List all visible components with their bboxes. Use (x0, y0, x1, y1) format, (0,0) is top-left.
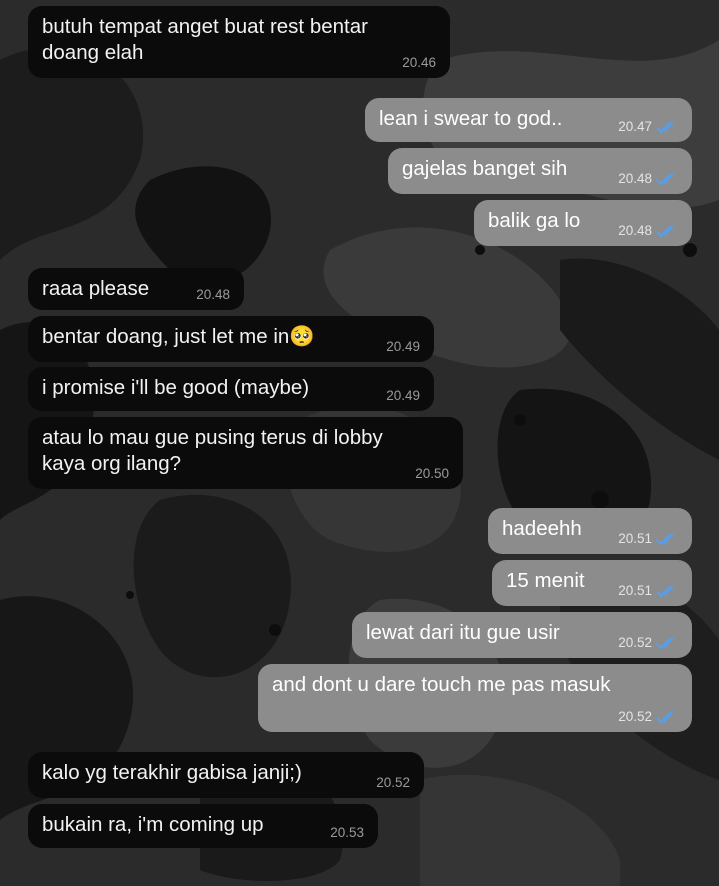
message-text: bentar doang, just let me in🥺 (42, 325, 315, 348)
message-bubble-incoming[interactable]: bukain ra, i'm coming up 20.53 (28, 804, 378, 848)
message-text: atau lo mau gue pusing terus di lobby ka… (42, 426, 383, 475)
message-time: 20.51 (618, 583, 652, 598)
message-time: 20.53 (330, 825, 364, 840)
message-time: 20.49 (386, 339, 420, 354)
pleading-face-emoji: 🥺 (289, 325, 315, 348)
double-check-icon (656, 637, 674, 650)
message-bubble-outgoing[interactable]: balik ga lo 20.48 (474, 200, 692, 246)
message-bubble-outgoing[interactable]: gajelas banget sih 20.48 (388, 148, 692, 194)
message-bubble-incoming[interactable]: kalo yg terakhir gabisa janji;) 20.52 (28, 752, 424, 798)
message-bubble-incoming[interactable]: butuh tempat anget buat rest bentar doan… (28, 6, 450, 78)
message-text: 15 menit (506, 569, 585, 592)
message-bubble-incoming[interactable]: bentar doang, just let me in🥺 20.49 (28, 316, 434, 362)
double-check-icon (656, 121, 674, 134)
double-check-icon (656, 711, 674, 724)
message-time: 20.48 (618, 223, 652, 238)
double-check-icon (656, 533, 674, 546)
double-check-icon (656, 173, 674, 186)
message-text: butuh tempat anget buat rest bentar doan… (42, 15, 368, 64)
message-bubble-outgoing[interactable]: 15 menit 20.51 (492, 560, 692, 606)
message-time: 20.47 (618, 119, 652, 134)
message-bubble-outgoing[interactable]: hadeehh 20.51 (488, 508, 692, 554)
message-time: 20.52 (618, 635, 652, 650)
message-time: 20.48 (618, 171, 652, 186)
message-bubble-incoming[interactable]: raaa please 20.48 (28, 268, 244, 310)
message-bubble-incoming[interactable]: atau lo mau gue pusing terus di lobby ka… (28, 417, 463, 489)
message-bubble-incoming[interactable]: i promise i'll be good (maybe) 20.49 (28, 367, 434, 411)
message-bubble-outgoing[interactable]: lean i swear to god.. 20.47 (365, 98, 692, 142)
message-time: 20.48 (196, 287, 230, 302)
message-time: 20.52 (618, 709, 652, 724)
message-text: i promise i'll be good (maybe) (42, 376, 310, 399)
message-time: 20.51 (618, 531, 652, 546)
double-check-icon (656, 585, 674, 598)
message-text: kalo yg terakhir gabisa janji;) (42, 761, 302, 784)
message-text: and dont u dare touch me pas masuk (272, 673, 611, 696)
message-time: 20.46 (402, 55, 436, 70)
message-time: 20.49 (386, 388, 420, 403)
message-bubble-outgoing[interactable]: lewat dari itu gue usir 20.52 (352, 612, 692, 658)
double-check-icon (656, 225, 674, 238)
message-time: 20.52 (376, 775, 410, 790)
message-bubble-outgoing[interactable]: and dont u dare touch me pas masuk 20.52 (258, 664, 692, 732)
message-text: bukain ra, i'm coming up (42, 813, 264, 836)
message-time: 20.50 (415, 466, 449, 481)
